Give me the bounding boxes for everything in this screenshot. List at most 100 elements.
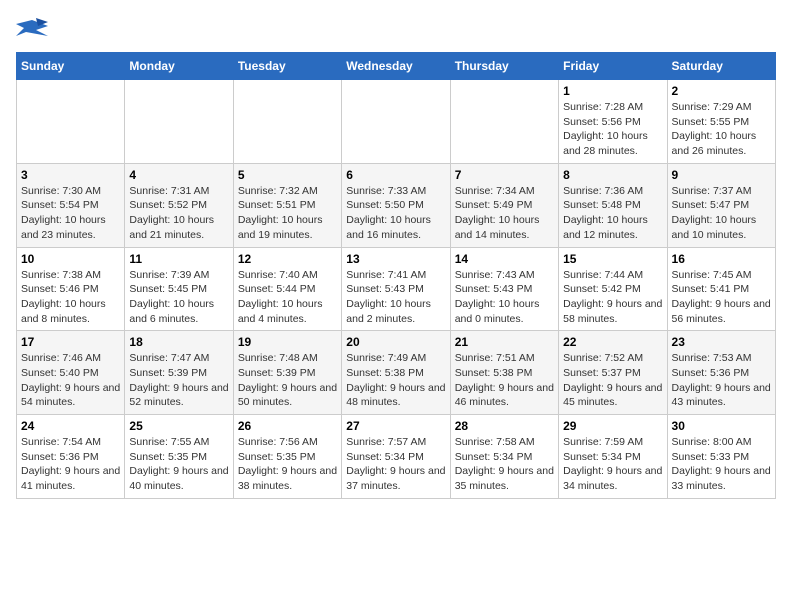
- day-content: Sunrise: 7:43 AM Sunset: 5:43 PM Dayligh…: [455, 268, 554, 327]
- day-number: 10: [21, 252, 120, 266]
- day-content: Sunrise: 7:58 AM Sunset: 5:34 PM Dayligh…: [455, 435, 554, 494]
- day-number: 26: [238, 419, 337, 433]
- day-content: Sunrise: 7:44 AM Sunset: 5:42 PM Dayligh…: [563, 268, 662, 327]
- day-content: Sunrise: 7:46 AM Sunset: 5:40 PM Dayligh…: [21, 351, 120, 410]
- day-number: 30: [672, 419, 771, 433]
- day-number: 21: [455, 335, 554, 349]
- calendar-cell: 9 Sunrise: 7:37 AM Sunset: 5:47 PM Daylig…: [667, 163, 775, 247]
- calendar-cell: 6 Sunrise: 7:33 AM Sunset: 5:50 PM Daylig…: [342, 163, 450, 247]
- calendar-cell: [342, 80, 450, 164]
- calendar-cell: 5Sunrise: 7:32 AM Sunset: 5:51 PM Daylig…: [233, 163, 341, 247]
- calendar-cell: 18 Sunrise: 7:47 AM Sunset: 5:39 PM Dayli…: [125, 331, 233, 415]
- day-number: 25: [129, 419, 228, 433]
- calendar-cell: 27 Sunrise: 7:57 AM Sunset: 5:34 PM Dayli…: [342, 415, 450, 499]
- calendar-cell: 10 Sunrise: 7:38 AM Sunset: 5:46 PM Dayli…: [17, 247, 125, 331]
- day-content: Sunrise: 7:57 AM Sunset: 5:34 PM Dayligh…: [346, 435, 445, 494]
- day-number: 1: [563, 84, 662, 98]
- calendar-cell: 7 Sunrise: 7:34 AM Sunset: 5:49 PM Daylig…: [450, 163, 558, 247]
- day-content: Sunrise: 7:37 AM Sunset: 5:47 PM Dayligh…: [672, 184, 771, 243]
- day-number: 29: [563, 419, 662, 433]
- weekday-header-friday: Friday: [559, 53, 667, 80]
- calendar-cell: 24Sunrise: 7:54 AM Sunset: 5:36 PM Dayli…: [17, 415, 125, 499]
- calendar-cell: 20 Sunrise: 7:49 AM Sunset: 5:38 PM Dayli…: [342, 331, 450, 415]
- day-content: Sunrise: 7:34 AM Sunset: 5:49 PM Dayligh…: [455, 184, 554, 243]
- day-number: 19: [238, 335, 337, 349]
- day-content: Sunrise: 7:59 AM Sunset: 5:34 PM Dayligh…: [563, 435, 662, 494]
- calendar-cell: 15 Sunrise: 7:44 AM Sunset: 5:42 PM Dayli…: [559, 247, 667, 331]
- day-content: Sunrise: 7:40 AM Sunset: 5:44 PM Dayligh…: [238, 268, 337, 327]
- calendar-cell: 4 Sunrise: 7:31 AM Sunset: 5:52 PM Daylig…: [125, 163, 233, 247]
- day-number: 4: [129, 168, 228, 182]
- calendar-cell: 1 Sunrise: 7:28 AM Sunset: 5:56 PM Daylig…: [559, 80, 667, 164]
- day-number: 15: [563, 252, 662, 266]
- calendar-cell: [450, 80, 558, 164]
- day-number: 9: [672, 168, 771, 182]
- day-number: 23: [672, 335, 771, 349]
- day-content: Sunrise: 7:32 AM Sunset: 5:51 PM Dayligh…: [238, 184, 337, 243]
- weekday-header-wednesday: Wednesday: [342, 53, 450, 80]
- calendar-cell: [233, 80, 341, 164]
- day-content: Sunrise: 7:53 AM Sunset: 5:36 PM Dayligh…: [672, 351, 771, 410]
- weekday-header-thursday: Thursday: [450, 53, 558, 80]
- day-number: 20: [346, 335, 445, 349]
- day-number: 12: [238, 252, 337, 266]
- calendar-cell: 19 Sunrise: 7:48 AM Sunset: 5:39 PM Dayli…: [233, 331, 341, 415]
- calendar-cell: 29 Sunrise: 7:59 AM Sunset: 5:34 PM Dayli…: [559, 415, 667, 499]
- day-number: 22: [563, 335, 662, 349]
- calendar-table: SundayMondayTuesdayWednesdayThursdayFrid…: [16, 52, 776, 499]
- day-number: 16: [672, 252, 771, 266]
- weekday-header-saturday: Saturday: [667, 53, 775, 80]
- day-number: 8: [563, 168, 662, 182]
- day-content: Sunrise: 7:55 AM Sunset: 5:35 PM Dayligh…: [129, 435, 228, 494]
- weekday-header-monday: Monday: [125, 53, 233, 80]
- day-number: 2: [672, 84, 771, 98]
- day-number: 7: [455, 168, 554, 182]
- day-number: 27: [346, 419, 445, 433]
- day-content: Sunrise: 7:39 AM Sunset: 5:45 PM Dayligh…: [129, 268, 228, 327]
- weekday-header-sunday: Sunday: [17, 53, 125, 80]
- weekday-header-row: SundayMondayTuesdayWednesdayThursdayFrid…: [17, 53, 776, 80]
- calendar-week-row: 1 Sunrise: 7:28 AM Sunset: 5:56 PM Daylig…: [17, 80, 776, 164]
- day-number: 13: [346, 252, 445, 266]
- day-number: 18: [129, 335, 228, 349]
- weekday-header-tuesday: Tuesday: [233, 53, 341, 80]
- calendar-cell: 8 Sunrise: 7:36 AM Sunset: 5:48 PM Daylig…: [559, 163, 667, 247]
- day-content: Sunrise: 7:28 AM Sunset: 5:56 PM Dayligh…: [563, 100, 662, 159]
- day-content: Sunrise: 7:29 AM Sunset: 5:55 PM Dayligh…: [672, 100, 771, 159]
- calendar-cell: 14 Sunrise: 7:43 AM Sunset: 5:43 PM Dayli…: [450, 247, 558, 331]
- day-content: Sunrise: 7:41 AM Sunset: 5:43 PM Dayligh…: [346, 268, 445, 327]
- calendar-cell: [125, 80, 233, 164]
- day-content: Sunrise: 7:31 AM Sunset: 5:52 PM Dayligh…: [129, 184, 228, 243]
- day-content: Sunrise: 7:30 AM Sunset: 5:54 PM Dayligh…: [21, 184, 120, 243]
- day-content: Sunrise: 8:00 AM Sunset: 5:33 PM Dayligh…: [672, 435, 771, 494]
- calendar-week-row: 24Sunrise: 7:54 AM Sunset: 5:36 PM Dayli…: [17, 415, 776, 499]
- day-content: Sunrise: 7:56 AM Sunset: 5:35 PM Dayligh…: [238, 435, 337, 494]
- calendar-cell: 2 Sunrise: 7:29 AM Sunset: 5:55 PM Daylig…: [667, 80, 775, 164]
- calendar-cell: 30 Sunrise: 8:00 AM Sunset: 5:33 PM Dayli…: [667, 415, 775, 499]
- calendar-cell: 25 Sunrise: 7:55 AM Sunset: 5:35 PM Dayli…: [125, 415, 233, 499]
- day-content: Sunrise: 7:38 AM Sunset: 5:46 PM Dayligh…: [21, 268, 120, 327]
- day-content: Sunrise: 7:52 AM Sunset: 5:37 PM Dayligh…: [563, 351, 662, 410]
- calendar-cell: 21Sunrise: 7:51 AM Sunset: 5:38 PM Dayli…: [450, 331, 558, 415]
- day-number: 14: [455, 252, 554, 266]
- day-content: Sunrise: 7:45 AM Sunset: 5:41 PM Dayligh…: [672, 268, 771, 327]
- day-content: Sunrise: 7:49 AM Sunset: 5:38 PM Dayligh…: [346, 351, 445, 410]
- calendar-cell: 13 Sunrise: 7:41 AM Sunset: 5:43 PM Dayli…: [342, 247, 450, 331]
- calendar-week-row: 10 Sunrise: 7:38 AM Sunset: 5:46 PM Dayli…: [17, 247, 776, 331]
- day-number: 24: [21, 419, 120, 433]
- calendar-week-row: 17 Sunrise: 7:46 AM Sunset: 5:40 PM Dayli…: [17, 331, 776, 415]
- calendar-cell: 26 Sunrise: 7:56 AM Sunset: 5:35 PM Dayli…: [233, 415, 341, 499]
- day-content: Sunrise: 7:36 AM Sunset: 5:48 PM Dayligh…: [563, 184, 662, 243]
- calendar-cell: 3Sunrise: 7:30 AM Sunset: 5:54 PM Daylig…: [17, 163, 125, 247]
- day-number: 28: [455, 419, 554, 433]
- calendar-cell: 28 Sunrise: 7:58 AM Sunset: 5:34 PM Dayli…: [450, 415, 558, 499]
- day-number: 17: [21, 335, 120, 349]
- day-content: Sunrise: 7:33 AM Sunset: 5:50 PM Dayligh…: [346, 184, 445, 243]
- calendar-cell: 11Sunrise: 7:39 AM Sunset: 5:45 PM Dayli…: [125, 247, 233, 331]
- calendar-cell: 16 Sunrise: 7:45 AM Sunset: 5:41 PM Dayli…: [667, 247, 775, 331]
- calendar-cell: 17 Sunrise: 7:46 AM Sunset: 5:40 PM Dayli…: [17, 331, 125, 415]
- day-content: Sunrise: 7:48 AM Sunset: 5:39 PM Dayligh…: [238, 351, 337, 410]
- header: [16, 16, 776, 44]
- day-content: Sunrise: 7:47 AM Sunset: 5:39 PM Dayligh…: [129, 351, 228, 410]
- day-number: 6: [346, 168, 445, 182]
